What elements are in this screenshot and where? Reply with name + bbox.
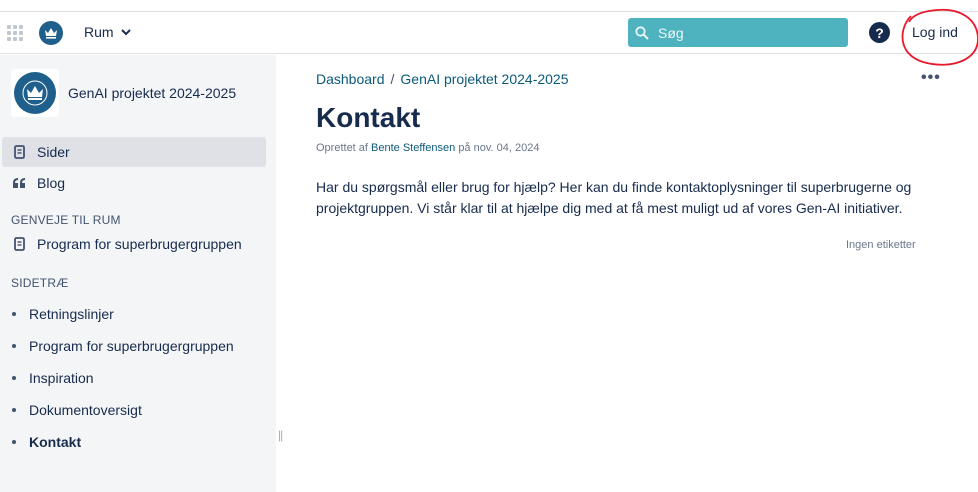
space-logo[interactable] [11, 69, 59, 117]
breadcrumb-dashboard[interactable]: Dashboard [316, 71, 385, 87]
page-labels: Ingen etiketter [846, 239, 916, 251]
sidebar-item-label: Sider [37, 144, 70, 160]
bullet-icon [12, 312, 16, 316]
tree-item-label: Program for superbrugergruppen [29, 338, 234, 354]
tree-item-label: Inspiration [29, 370, 94, 386]
chevron-down-icon [120, 28, 131, 35]
tree-item-current[interactable]: Kontakt [12, 434, 81, 450]
author-link[interactable]: Bente Steffensen [371, 142, 455, 154]
space-sidebar: GenAI projektet 2024-2025 Sider Blog GEN… [0, 55, 276, 492]
quote-icon [12, 177, 26, 189]
space-title[interactable]: GenAI projektet 2024-2025 [68, 85, 236, 101]
breadcrumb-separator: / [390, 71, 395, 87]
help-icon[interactable]: ? [869, 22, 890, 43]
tree-item[interactable]: Inspiration [12, 370, 94, 386]
site-logo[interactable] [39, 21, 63, 45]
sidebar-item-pages[interactable]: Sider [2, 137, 266, 167]
crown-icon [45, 28, 57, 39]
breadcrumb: Dashboard / GenAI projektet 2024-2025 [316, 71, 569, 87]
breadcrumb-space[interactable]: GenAI projektet 2024-2025 [400, 71, 568, 87]
more-actions-icon[interactable]: ••• [921, 69, 941, 87]
sidebar-item-label: Program for superbrugergruppen [37, 236, 242, 252]
page-icon [12, 237, 26, 251]
top-navigation-bar: Rum ? Log ind [0, 8, 978, 66]
tree-item[interactable]: Dokumentoversigt [12, 402, 142, 418]
tree-item[interactable]: Program for superbrugergruppen [12, 338, 234, 354]
shortcuts-heading: GENVEJE TIL RUM [11, 213, 121, 227]
space-menu-label: Rum [84, 24, 114, 40]
bullet-icon [12, 376, 16, 380]
bullet-icon [12, 408, 16, 412]
sidebar-item-blog[interactable]: Blog [2, 168, 266, 198]
page-body-text: Har du spørgsmål eller brug for hjælp? H… [316, 179, 912, 216]
sidebar-item-label: Blog [37, 175, 66, 191]
page-title: Kontakt [316, 102, 421, 133]
login-button[interactable]: Log ind [912, 24, 958, 40]
tree-item-label: Kontakt [29, 434, 82, 450]
tree-item[interactable]: Retningslinjer [12, 306, 114, 322]
byline-date: på nov. 04, 2024 [458, 142, 540, 154]
search-icon [635, 25, 649, 40]
sidebar-resize-handle[interactable]: || [278, 428, 283, 442]
byline-prefix: Oprettet af [316, 142, 368, 154]
page-tree-heading: SIDETRÆ [11, 276, 69, 290]
app-switcher-icon[interactable] [7, 25, 23, 41]
crown-icon [22, 80, 48, 106]
sidebar-shortcut-program[interactable]: Program for superbrugergruppen [2, 229, 266, 259]
tree-item-label: Dokumentoversigt [29, 402, 142, 418]
search-box[interactable] [628, 18, 848, 47]
page-icon [12, 145, 26, 159]
bullet-icon [12, 440, 16, 444]
tree-item-label: Retningslinjer [29, 306, 114, 322]
page-byline: Oprettet af Bente Steffensen på nov. 04,… [316, 142, 539, 154]
search-input[interactable] [658, 24, 838, 41]
bullet-icon [12, 344, 16, 348]
space-menu-dropdown[interactable]: Rum [84, 24, 131, 40]
